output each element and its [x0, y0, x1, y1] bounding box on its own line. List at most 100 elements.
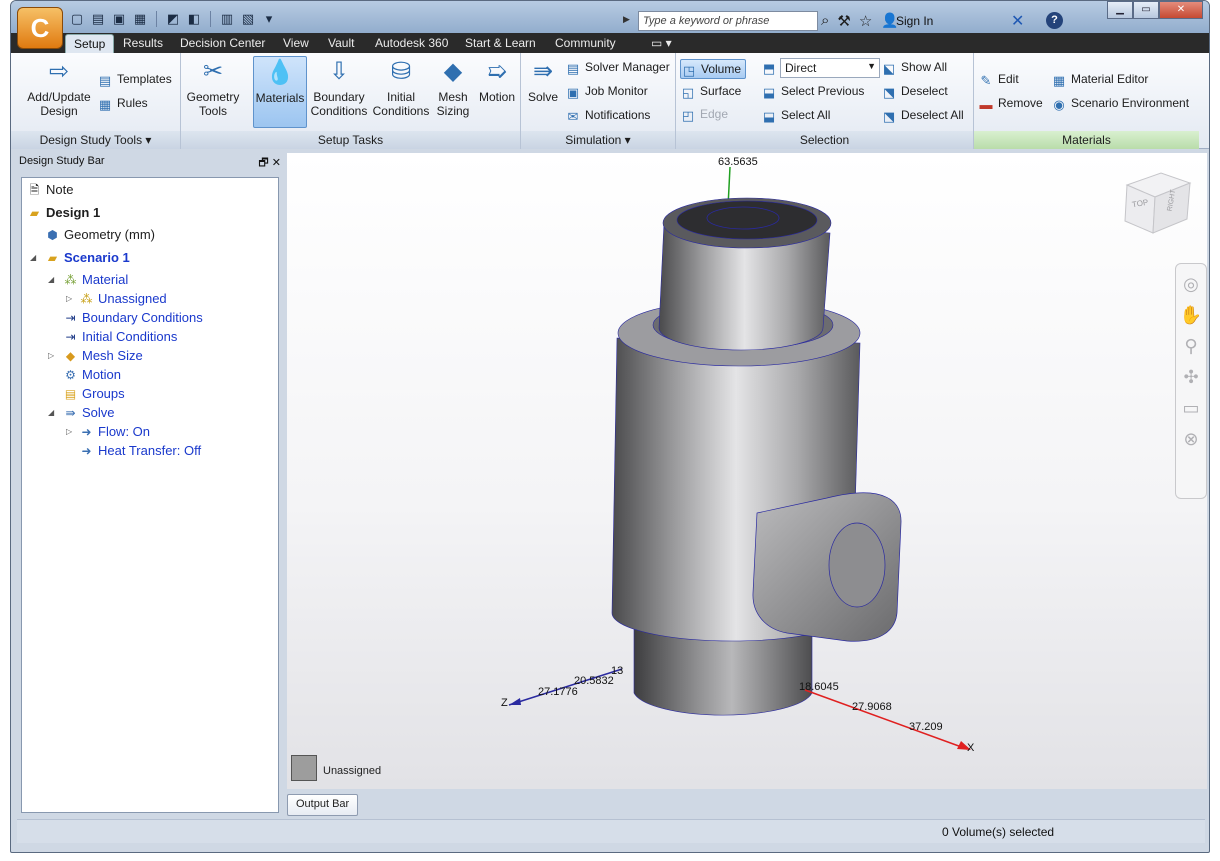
tree-item-unassigned[interactable]: ⁂ Unassigned [78, 289, 167, 308]
tree-item-boundary-conditions[interactable]: ⇥ Boundary Conditions [62, 308, 202, 327]
ribbon-options-icon[interactable]: ▭ ▾ [643, 34, 680, 53]
close-navbar-icon[interactable]: ⊗ [1176, 429, 1206, 450]
restore-panel-icon[interactable]: 🗗 [258, 157, 268, 169]
material-editor-button[interactable]: ▦ Material Editor [1051, 70, 1149, 90]
collapse-arrow-icon[interactable]: ◢ [48, 408, 54, 417]
edit-material-button[interactable]: ✎ Edit [978, 70, 1019, 90]
deselect-all-button[interactable]: ⬔ Deselect All [881, 106, 964, 126]
tree-item-motion[interactable]: ⚙ Motion [62, 365, 121, 384]
close-button[interactable]: ✕ [1159, 1, 1203, 19]
close-panel-icon[interactable]: ✕ [272, 157, 281, 169]
graphics-viewport[interactable]: 63.5635 13 20.5832 27.1776 Z 18.6045 27.… [287, 153, 1207, 789]
application-menu-button[interactable]: C [17, 7, 63, 49]
orbit-icon[interactable]: ✣ [1176, 367, 1206, 388]
zoom-icon[interactable]: ⚲ [1176, 336, 1206, 357]
select-tool-icon[interactable]: ◩ [165, 11, 181, 27]
maximize-button[interactable]: ▭ [1133, 1, 1159, 19]
help-icon[interactable]: ? [1046, 12, 1063, 29]
collapse-arrow-icon[interactable]: ◢ [48, 275, 54, 284]
unassigned-label: Unassigned [98, 291, 167, 306]
view-cube-tool-icon[interactable]: ◧ [186, 11, 202, 27]
tree-item-mesh-size[interactable]: ◆ Mesh Size [62, 346, 143, 365]
select-previous-button[interactable]: ⬓ Select Previous [761, 82, 865, 102]
deselect-button[interactable]: ⬔ Deselect [881, 82, 948, 102]
expand-arrow-icon[interactable]: ▷ [66, 294, 72, 303]
remove-icon: ▬ [979, 97, 993, 112]
look-at-icon[interactable]: ▭ [1176, 398, 1206, 419]
expand-arrow-icon[interactable]: ▷ [66, 427, 72, 436]
scenario-environment-button[interactable]: ◉ Scenario Environment [1051, 94, 1189, 114]
show-all-button[interactable]: ⬕ Show All [881, 58, 947, 78]
new-file-icon[interactable]: ▢ [69, 11, 85, 27]
search-expand-icon[interactable]: ▶ [623, 14, 630, 25]
window-layout-icon[interactable]: ▥ [219, 11, 235, 27]
edge-select-button[interactable]: ◰ Edge [680, 105, 728, 125]
motion-button[interactable]: ➯ Motion [475, 56, 519, 104]
tree-item-heat-transfer[interactable]: ➜ Heat Transfer: Off [78, 441, 201, 460]
tree-item-scenario[interactable]: ▰ Scenario 1 [44, 248, 130, 267]
add-update-design-button[interactable]: ⇨ Add/Update Design [19, 56, 99, 118]
tree-item-design[interactable]: ▰ Design 1 [26, 203, 100, 222]
tab-start-learn[interactable]: Start & Learn [457, 34, 544, 53]
customize-toolbar-icon[interactable]: ▾ [261, 11, 277, 27]
simulation-group: ⇛ Solve ▤ Solver Manager ▣ Job Monitor ✉ No… [521, 53, 676, 149]
save-as-icon[interactable]: ▦ [132, 11, 148, 27]
steering-wheel-icon[interactable]: ◎ [1176, 274, 1206, 295]
initial-conditions-button[interactable]: ⛁ Initial Conditions [371, 56, 431, 118]
tab-view[interactable]: View [275, 34, 317, 53]
save-icon[interactable]: ▣ [111, 11, 127, 27]
tab-vault[interactable]: Vault [320, 34, 362, 53]
tree-item-material[interactable]: ⁂ Material [62, 270, 129, 289]
output-bar-button[interactable]: Output Bar [287, 794, 359, 816]
tree-item-initial-conditions[interactable]: ⇥ Initial Conditions [62, 327, 177, 346]
sign-in-link[interactable]: Sign In [896, 14, 933, 28]
simulation-label[interactable]: Simulation ▾ [521, 131, 675, 149]
open-folder-icon[interactable]: ▤ [90, 11, 106, 27]
properties-icon[interactable]: ▧ [240, 11, 256, 27]
select-all-button[interactable]: ⬓ Select All [761, 106, 831, 126]
templates-button[interactable]: ▤ Templates [97, 70, 172, 90]
selection-mode-dropdown[interactable]: Direct ▼ [780, 58, 880, 78]
tree-item-solve[interactable]: ⇛ Solve [62, 403, 114, 422]
collapse-arrow-icon[interactable]: ◢ [30, 253, 36, 262]
wrench-icon[interactable]: ⚒ [837, 12, 850, 30]
tree-item-geometry[interactable]: ⬢ Geometry (mm) [44, 225, 155, 244]
pan-hand-icon[interactable]: ✋ [1176, 305, 1206, 326]
binoculars-icon[interactable]: ⌕ [821, 12, 829, 30]
surface-select-button[interactable]: ◱ Surface [680, 82, 742, 102]
model-canvas[interactable] [287, 153, 1207, 789]
tab-setup[interactable]: Setup [65, 34, 115, 53]
boundary-conditions-icon: ⇥ [65, 311, 76, 325]
remove-material-button[interactable]: ▬ Remove [978, 94, 1043, 114]
design-study-tools-label[interactable]: Design Study Tools ▾ [11, 131, 180, 149]
solver-manager-button[interactable]: ▤ Solver Manager [565, 58, 670, 78]
mesh-sizing-button[interactable]: ◆ Mesh Sizing [433, 56, 473, 118]
z-axis-tick-3: 27.1776 [538, 686, 578, 698]
solve-button[interactable]: ⇛ Solve [525, 56, 561, 104]
z-axis-tick-2: 20.5832 [574, 675, 614, 687]
volume-select-button[interactable]: ◳ Volume [680, 59, 747, 79]
geometry-tools-button[interactable]: ✂ Geometry Tools [185, 56, 241, 118]
minimize-button[interactable]: ▁ [1107, 1, 1133, 19]
tab-autodesk-360[interactable]: Autodesk 360 [367, 34, 456, 53]
select-all-icon: ⬓ [762, 109, 776, 124]
exchange-x-icon[interactable]: ✕ [1011, 11, 1024, 31]
tab-decision-center[interactable]: Decision Center [172, 34, 273, 53]
expand-arrow-icon[interactable]: ▷ [48, 351, 54, 360]
help-search-input[interactable]: Type a keyword or phrase [638, 11, 818, 31]
materials-button[interactable]: 💧 Materials [253, 56, 307, 128]
rules-icon: ▦ [98, 97, 112, 112]
setup-tasks-group: ✂ Geometry Tools 💧 Materials ⇩ Boundary … [181, 53, 521, 149]
material-label: Material [82, 272, 129, 287]
tree-item-groups[interactable]: ▤ Groups [62, 384, 125, 403]
tree-item-note[interactable]: 🗎 Note [26, 180, 74, 199]
tab-results[interactable]: Results [115, 34, 171, 53]
tab-community[interactable]: Community [547, 34, 624, 53]
rules-button[interactable]: ▦ Rules [97, 94, 148, 114]
tree-item-flow[interactable]: ➜ Flow: On [78, 422, 150, 441]
boundary-conditions-button[interactable]: ⇩ Boundary Conditions [309, 56, 369, 118]
job-monitor-button[interactable]: ▣ Job Monitor [565, 82, 648, 102]
design-study-tools-group: ⇨ Add/Update Design ▤ Templates ▦ Rules De… [11, 53, 181, 149]
notifications-button[interactable]: ✉ Notifications [565, 106, 651, 126]
favorites-star-icon[interactable]: ☆ [859, 12, 872, 30]
